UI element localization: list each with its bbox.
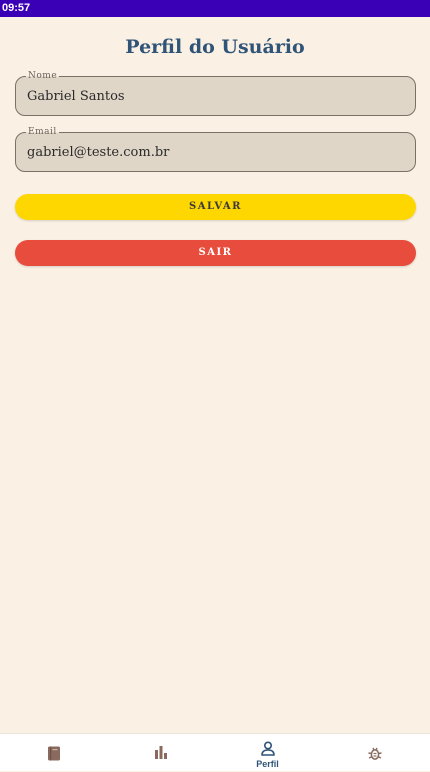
name-field[interactable]: Nome (15, 70, 416, 116)
status-time: 09:57 (2, 2, 31, 14)
email-input[interactable] (27, 145, 397, 160)
bottom-navigation: Perfil (0, 733, 430, 771)
save-button[interactable]: SALVAR (15, 194, 416, 220)
nav-item-stats[interactable] (107, 734, 214, 772)
nav-label-profile: Perfil (256, 759, 279, 769)
name-input[interactable] (27, 89, 397, 104)
bug-icon (367, 747, 382, 760)
book-icon (47, 746, 60, 761)
bar-chart-icon (154, 746, 167, 759)
exit-button[interactable]: SAIR (15, 240, 416, 266)
status-bar: 09:57 (0, 0, 430, 17)
nav-item-debug[interactable] (321, 734, 428, 772)
nav-item-profile[interactable]: Perfil (214, 734, 321, 772)
page-title: Perfil do Usuário (125, 36, 305, 58)
person-icon (260, 741, 275, 756)
name-field-label: Nome (26, 70, 60, 82)
email-field[interactable]: Email (15, 126, 416, 172)
email-field-label: Email (26, 126, 59, 138)
nav-item-book[interactable] (0, 734, 107, 772)
